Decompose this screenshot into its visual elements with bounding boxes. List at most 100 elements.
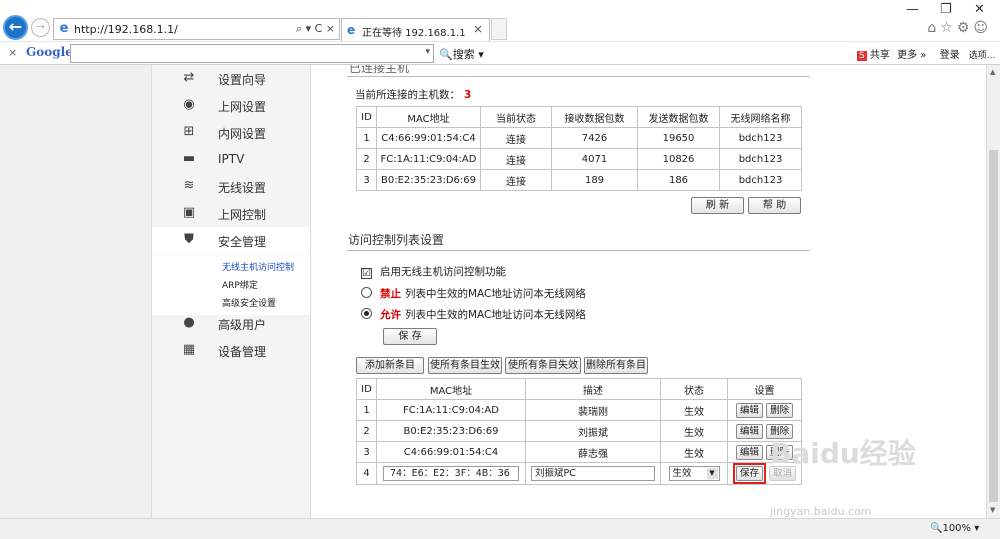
back-button[interactable]: ←: [3, 15, 28, 40]
sidebar-item-label: 上网控制: [218, 208, 267, 222]
column-header: 当前状态: [480, 106, 552, 128]
sidebar-item-security[interactable]: ⛊ 安全管理: [152, 227, 310, 254]
chevron-down-icon: ▼: [706, 468, 718, 479]
tab-close-icon[interactable]: ×: [473, 22, 483, 36]
scroll-thumb[interactable]: [989, 150, 998, 502]
acl-section-title: 访问控制列表设置: [348, 233, 445, 247]
connected-count-value: 3: [464, 89, 472, 101]
forward-button[interactable]: →: [31, 18, 50, 37]
tab-title: 正在等待 192.168.1.1: [362, 28, 466, 39]
deny-radio-option[interactable]: 禁止 列表中生效的MAC地址访问本无线网络: [361, 286, 586, 301]
tv-icon: ▬: [182, 151, 196, 166]
sidebar: ⇄ 设置向导 ◉ 上网设置 ⊞ 内网设置 ▬ IPTV ≋ 无线设置 ▣ 上网控…: [151, 65, 311, 518]
cell-status: 生效 ▼: [660, 462, 728, 485]
deny-radio[interactable]: [361, 287, 372, 298]
scroll-up-icon[interactable]: ▲: [990, 68, 995, 76]
cell-status: 连接: [480, 148, 552, 170]
sidebar-item-device-management[interactable]: ▦ 设备管理: [152, 337, 310, 364]
enable-acl-option[interactable]: ☑ 启用无线主机访问控制功能: [361, 264, 506, 279]
delete-all-button[interactable]: 删除所有条目: [584, 357, 648, 374]
cell-desc: 刘振斌: [525, 420, 661, 442]
column-header: MAC地址: [376, 106, 481, 128]
column-header: 无线网络名称: [719, 106, 802, 128]
edit-button[interactable]: 编辑: [735, 444, 763, 460]
browser-tab[interactable]: e 正在等待 192.168.1.1 ×: [341, 18, 490, 41]
restore-button[interactable]: ❐: [940, 2, 952, 17]
cell-rx: 189: [551, 169, 638, 191]
security-submenu: 无线主机访问控制 ARP绑定 高级安全设置: [152, 255, 310, 315]
chevron-down-icon[interactable]: ▾: [425, 47, 430, 57]
options-button[interactable]: 选项...: [969, 51, 996, 61]
divider: [347, 76, 810, 77]
status-select[interactable]: 生效 ▼: [668, 466, 720, 481]
disable-all-button[interactable]: 使所有条目失效: [505, 357, 581, 374]
refresh-button[interactable]: 刷 新: [691, 197, 744, 214]
sidebar-item-iptv[interactable]: ▬ IPTV: [152, 146, 310, 173]
share-button[interactable]: 共享: [870, 50, 890, 61]
new-tab-button[interactable]: [491, 18, 507, 40]
sidebar-item-label: 设置向导: [218, 73, 267, 87]
submenu-arp-binding[interactable]: ARP绑定: [222, 278, 258, 291]
close-window-button[interactable]: ✕: [974, 2, 985, 17]
wifi-icon: ≋: [183, 178, 195, 193]
sidebar-item-label: IPTV: [218, 152, 245, 166]
cell-desc: 薛志强: [525, 441, 661, 463]
table-row: 1 FC:1A:11:C9:04:AD 裴瑞刚 生效 编辑 删除: [356, 399, 802, 421]
sidebar-item-label: 上网设置: [218, 100, 267, 114]
table-header-row: ID MAC地址 当前状态 接收数据包数 发送数据包数 无线网络名称: [356, 106, 802, 128]
submenu-advanced-security[interactable]: 高级安全设置: [222, 296, 276, 309]
address-url[interactable]: http://192.168.1.1/: [74, 23, 178, 36]
mac-input[interactable]: 74：E6：E2：3F：4B：36: [383, 466, 519, 481]
google-search-button[interactable]: 🔍搜索 ▾: [439, 46, 484, 62]
sidebar-item-wireless[interactable]: ≋ 无线设置: [152, 173, 310, 200]
acl-save-button[interactable]: 保 存: [383, 328, 437, 345]
add-entry-button[interactable]: 添加新条目: [356, 357, 424, 374]
allow-radio-option[interactable]: 允许 列表中生效的MAC地址访问本无线网络: [361, 307, 586, 322]
table-header-row: ID MAC地址 描述 状态 设置: [356, 378, 802, 400]
more-button[interactable]: 更多 »: [897, 50, 926, 61]
enable-all-button[interactable]: 使所有条目生效: [428, 357, 502, 374]
google-search-input[interactable]: ▾: [70, 44, 434, 63]
help-button[interactable]: 帮 助: [748, 197, 801, 214]
cell-actions: 编辑 删除: [727, 399, 802, 421]
cell-mac: FC:1A:11:C9:04:AD: [376, 148, 481, 170]
cell-tx: 186: [637, 169, 720, 191]
sidebar-item-lan[interactable]: ⊞ 内网设置: [152, 119, 310, 146]
google-logo: Google: [26, 45, 73, 59]
globe-icon: ◉: [183, 97, 195, 112]
delete-button[interactable]: 删除: [766, 402, 794, 418]
minimize-button[interactable]: —: [906, 2, 919, 17]
submenu-wireless-access-control[interactable]: 无线主机访问控制: [222, 260, 294, 273]
address-controls[interactable]: ⌕ ▾ C ×: [296, 22, 335, 36]
toolbar-close-icon[interactable]: ×: [8, 46, 17, 59]
description-input[interactable]: 刘振斌PC: [531, 466, 655, 481]
edit-button[interactable]: 编辑: [735, 402, 763, 418]
google-logo-text: Google: [26, 45, 73, 59]
allow-radio[interactable]: [361, 308, 372, 319]
address-bar[interactable]: e http://192.168.1.1/ ⌕ ▾ C ×: [53, 18, 340, 40]
cell-id: 4: [356, 462, 377, 485]
cell-desc: 刘振斌PC: [525, 462, 661, 485]
scroll-down-icon[interactable]: ▼: [990, 506, 995, 514]
zoom-level[interactable]: 🔍100% ▾: [930, 523, 979, 534]
home-favorites-settings-icons[interactable]: ⌂☆⚙☺: [927, 20, 992, 36]
connected-hosts-title: 已连接主机: [349, 65, 410, 75]
sidebar-item-advanced-user[interactable]: ● 高级用户: [152, 310, 310, 337]
login-button[interactable]: 登录: [940, 50, 960, 61]
sidebar-item-setup-wizard[interactable]: ⇄ 设置向导: [152, 65, 310, 92]
sidebar-item-label: 无线设置: [218, 181, 267, 195]
watermark-logo: Baidu经验: [770, 437, 916, 470]
row-save-button[interactable]: 保存: [735, 466, 763, 481]
sidebar-item-access-control[interactable]: ▣ 上网控制: [152, 200, 310, 227]
table-row: 2 B0:E2:35:23:D6:69 刘振斌 生效 编辑 删除: [356, 420, 802, 442]
cell-mac: FC:1A:11:C9:04:AD: [376, 399, 526, 421]
sidebar-item-label: 安全管理: [218, 235, 267, 249]
cell-mac: C4:66:99:01:54:C4: [376, 127, 481, 149]
grid-icon: ▦: [182, 342, 196, 357]
cell-mac: B0:E2:35:23:D6:69: [376, 420, 526, 442]
sidebar-item-internet[interactable]: ◉ 上网设置: [152, 92, 310, 119]
vertical-scrollbar[interactable]: ▲ ▼: [986, 65, 1000, 518]
cell-id: 2: [356, 148, 377, 170]
edit-button[interactable]: 编辑: [735, 423, 763, 439]
enable-acl-checkbox[interactable]: ☑: [361, 268, 372, 279]
